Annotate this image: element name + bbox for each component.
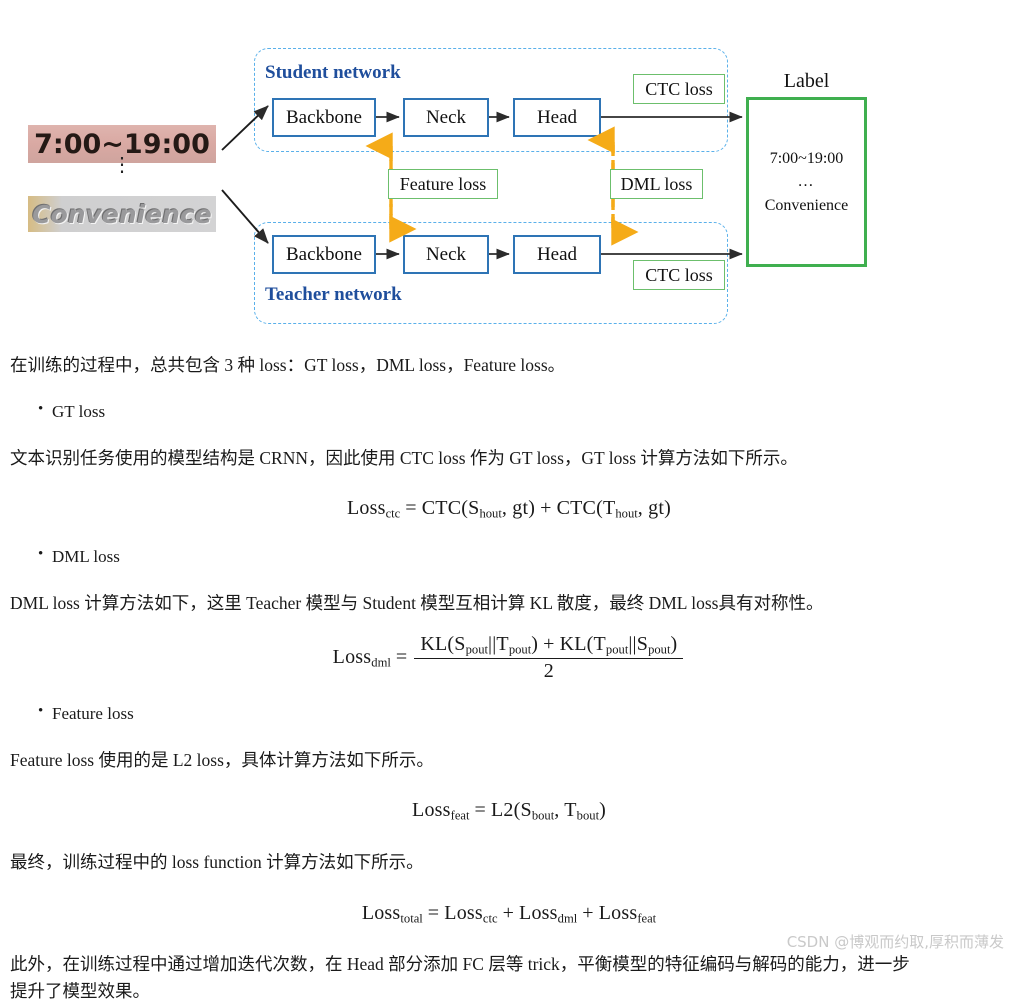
formula-feature-loss: Lossfeat = L2(Sbout, Tbout) xyxy=(0,799,1018,824)
formula-dml-lhs-sub: dml xyxy=(371,655,391,670)
formula-ctc-term2-arg1: T xyxy=(602,496,616,519)
formula-total-loss: Losstotal = Lossctc + Lossdml + Lossfeat xyxy=(0,902,1018,927)
formula-dml-loss: Lossdml = KL(Spout||Tpout) + KL(Tpout||Spout… xyxy=(0,633,1018,684)
teacher-head-box: Head xyxy=(513,235,601,274)
formula-total-term2: Loss xyxy=(519,901,558,924)
formula-dml-kl2-b-sub: pout xyxy=(648,642,671,657)
ctc-loss-box-student: CTC loss xyxy=(633,74,725,104)
feature-loss-box: Feature loss xyxy=(388,169,498,199)
label-text-line-3: Convenience xyxy=(764,196,849,214)
formula-ctc-lhs-sub: ctc xyxy=(385,506,401,521)
formula-ctc-plus: + xyxy=(540,496,552,519)
formula-ctc-term1-sep: , xyxy=(501,496,513,519)
gt-loss-paragraph: 文本识别任务使用的模型结构是 CRNN，因此使用 CTC loss 作为 GT … xyxy=(10,447,798,468)
formula-ctc-loss: Lossctc = CTC(Shout, gt) + CTC(Thout, gt) xyxy=(0,497,1018,522)
label-box: 7:00~19:00 … Convenience xyxy=(746,97,867,267)
formula-feat-fn-open: L2( xyxy=(491,799,521,822)
formula-total-plus-1: + xyxy=(502,901,515,924)
feature-loss-bullet-list: Feature loss xyxy=(0,700,1018,727)
sample-image-convenience: Convenience xyxy=(28,196,216,232)
formula-feat-arg1-sub: bout xyxy=(531,808,555,823)
architecture-diagram: 7:00~19:00 ⋮ Convenience Student network… xyxy=(0,0,1018,335)
formula-total-term1-sub: ctc xyxy=(482,911,498,926)
formula-ctc-term2-close: ) xyxy=(664,496,671,519)
formula-dml-kl1-b: T xyxy=(496,632,509,655)
formula-total-term2-sub: dml xyxy=(557,911,578,926)
formula-dml-kl2-a-sub: pout xyxy=(605,642,629,657)
feature-loss-paragraph: Feature loss 使用的是 L2 loss，具体计算方法如下所示。 xyxy=(10,749,434,770)
formula-dml-numerator: KL(Spout||Tpout) + KL(Tpout||Spout) xyxy=(414,632,684,660)
formula-feat-equals: = xyxy=(474,799,486,822)
bullet-dml-loss: DML loss xyxy=(38,543,1018,570)
formula-ctc-equals: = xyxy=(405,496,417,519)
formula-dml-equals: = xyxy=(395,645,408,668)
formula-ctc-term1-arg2: gt xyxy=(512,496,529,519)
formula-feat-close: ) xyxy=(599,799,606,822)
dml-loss-bullet-list: DML loss xyxy=(0,543,1018,570)
formula-feat-lhs: Loss xyxy=(412,799,451,822)
formula-total-term1: Loss xyxy=(444,901,483,924)
closing-paragraph: 此外，在训练过程中通过增加迭代次数，在 Head 部分添加 FC 层等 tric… xyxy=(10,954,910,1002)
formula-ctc-term1-fn: CTC( xyxy=(421,496,469,519)
csdn-watermark: CSDN @博观而约取,厚积而薄发 xyxy=(786,933,1004,951)
formula-dml-kl2-b: S xyxy=(636,632,649,655)
formula-ctc-term2-fn: CTC( xyxy=(556,496,603,519)
formula-dml-kl2-bar: || xyxy=(628,632,637,655)
formula-dml-kl2-close: ) xyxy=(670,632,678,655)
formula-dml-fraction: KL(Spout||Tpout) + KL(Tpout||Spout) 2 xyxy=(414,632,684,684)
student-backbone-box: Backbone xyxy=(272,98,376,137)
ctc-loss-box-teacher: CTC loss xyxy=(633,260,725,290)
formula-dml-kl2-open: KL( xyxy=(559,632,594,655)
total-loss-paragraph: 最终，训练过程中的 loss function 计算方法如下所示。 xyxy=(10,851,424,872)
formula-total-term3-sub: feat xyxy=(637,911,657,926)
formula-total-plus-2: + xyxy=(582,901,594,924)
label-text-line-1: 7:00~19:00 xyxy=(769,150,844,168)
gt-loss-bullet-list: GT loss xyxy=(0,398,1018,425)
formula-total-lhs: Loss xyxy=(361,901,401,924)
formula-ctc-term2-sep: , xyxy=(637,496,649,519)
formula-feat-lhs-sub: feat xyxy=(450,808,470,823)
intro-paragraph: 在训练的过程中，总共包含 3 种 loss：GT loss，DML loss，F… xyxy=(10,355,566,375)
formula-dml-num-plus: + xyxy=(543,632,555,655)
formula-dml-kl1-open: KL( xyxy=(420,632,455,655)
formula-ctc-term1-arg1: S xyxy=(468,496,480,519)
teacher-neck-box: Neck xyxy=(403,235,489,274)
formula-total-term3: Loss xyxy=(598,901,638,924)
dml-loss-box: DML loss xyxy=(610,169,703,199)
teacher-backbone-box: Backbone xyxy=(272,235,376,274)
formula-feat-arg2: T xyxy=(564,799,577,822)
formula-dml-kl2-a: T xyxy=(593,632,606,655)
formula-feat-arg2-sub: bout xyxy=(576,808,600,823)
formula-ctc-term2-arg1-sub: hout xyxy=(615,506,638,521)
dml-loss-paragraph: DML loss 计算方法如下，这里 Teacher 模型与 Student 模… xyxy=(10,592,824,613)
formula-total-equals: = xyxy=(427,901,440,924)
label-text-ellipsis: … xyxy=(797,173,816,191)
label-box-caption: Label xyxy=(783,70,830,92)
formula-feat-arg1: S xyxy=(520,799,532,822)
formula-dml-kl1-b-sub: pout xyxy=(508,642,532,657)
formula-dml-lhs: Loss xyxy=(332,645,372,668)
teacher-network-label: Teacher network xyxy=(265,284,402,305)
formula-total-lhs-sub: total xyxy=(400,911,423,926)
bullet-feature-loss: Feature loss xyxy=(38,700,1018,727)
student-network-label: Student network xyxy=(265,62,401,83)
student-head-box: Head xyxy=(513,98,601,137)
formula-ctc-lhs: Loss xyxy=(347,496,386,519)
student-neck-box: Neck xyxy=(403,98,489,137)
formula-ctc-term2-arg2: gt xyxy=(648,496,665,519)
formula-dml-denominator: 2 xyxy=(543,660,554,683)
sample-images-ellipsis: ⋮ xyxy=(112,154,132,176)
formula-ctc-term1-arg1-sub: hout xyxy=(479,506,502,521)
bullet-gt-loss: GT loss xyxy=(38,398,1018,425)
formula-feat-sep: , xyxy=(554,799,565,822)
formula-dml-kl1-a: S xyxy=(454,632,466,655)
article-body: 在训练的过程中，总共包含 3 种 loss：GT loss，DML loss，F… xyxy=(0,335,1018,1005)
formula-dml-kl1-a-sub: pout xyxy=(465,642,488,657)
